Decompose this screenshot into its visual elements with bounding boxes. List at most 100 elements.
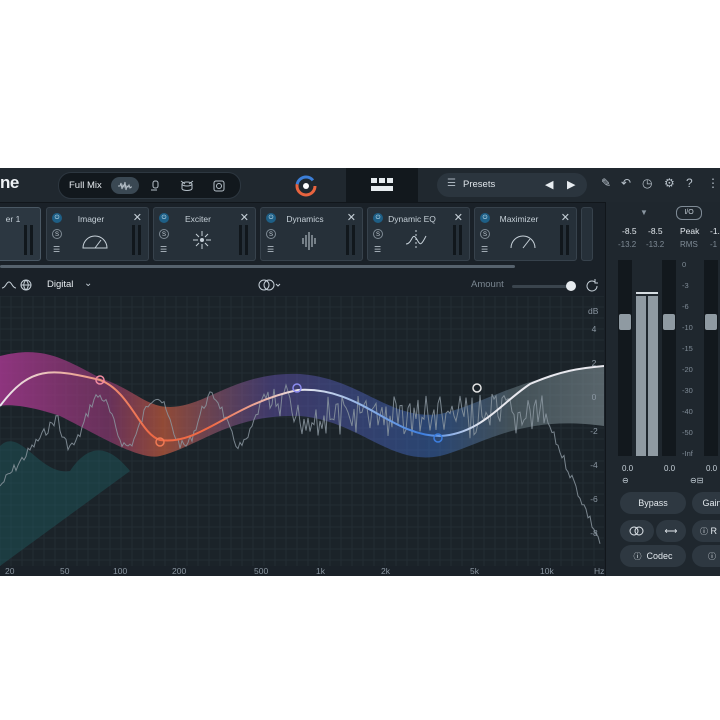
gain-match-button[interactable]: Gain	[692, 492, 720, 514]
close-icon[interactable]: ✕	[561, 211, 570, 224]
undo-icon[interactable]: ↶	[621, 176, 631, 190]
solo-icon[interactable]: S	[52, 229, 62, 239]
waveform-mode-button[interactable]	[111, 177, 139, 194]
module-eq[interactable]: er 1	[0, 207, 41, 261]
solo-icon[interactable]: S	[159, 229, 169, 239]
swap-channels-button[interactable]: ⟷	[656, 520, 686, 542]
drum-icon	[180, 180, 194, 191]
close-icon[interactable]: ✕	[347, 211, 356, 224]
frequency-tick-label: 100	[113, 566, 128, 576]
mode-selector: Full Mix	[58, 172, 241, 199]
db-tick-label: 0	[592, 392, 597, 402]
module-scrollbar[interactable]	[0, 265, 515, 268]
previous-preset-icon[interactable]: ◀	[545, 178, 553, 191]
input-fader-handle[interactable]	[663, 314, 675, 330]
io-toggle[interactable]: I/O	[676, 206, 702, 220]
module-fader[interactable]	[138, 225, 141, 255]
globe-icon[interactable]	[20, 279, 32, 291]
triangle-down-icon: ▼	[640, 208, 648, 217]
module-fader[interactable]	[566, 225, 569, 255]
frequency-tick-label: Hz	[594, 566, 605, 576]
menu-icon[interactable]: ☰	[481, 245, 488, 254]
reset-icon[interactable]	[585, 279, 599, 293]
eq-mode-dropdown[interactable]: Digital	[47, 279, 73, 290]
module-partial	[581, 207, 593, 261]
input-fader-handle[interactable]	[619, 314, 631, 330]
chevron-down-icon[interactable]: ⌄	[84, 278, 92, 289]
master-assistant-icon[interactable]	[294, 174, 318, 198]
module-fader[interactable]	[352, 225, 355, 255]
next-preset-icon[interactable]: ▶	[567, 178, 575, 191]
module-grid-button[interactable]	[346, 168, 418, 202]
codec-button[interactable]: ⓘ Codec	[620, 545, 686, 567]
amount-slider-handle[interactable]	[566, 281, 576, 291]
close-icon[interactable]: ✕	[454, 211, 463, 224]
amount-slider[interactable]	[512, 281, 576, 291]
solo-icon[interactable]: S	[373, 229, 383, 239]
gear-icon[interactable]: ⚙	[664, 176, 675, 190]
bypass-button[interactable]: Bypass	[620, 492, 686, 514]
stereo-link-icon[interactable]	[258, 279, 282, 291]
close-icon[interactable]: ✕	[240, 211, 249, 224]
module-fader[interactable]	[560, 225, 563, 255]
stereo-icon	[629, 526, 644, 536]
output-gain-value: 0.0	[706, 464, 718, 473]
curve-icon[interactable]	[2, 280, 16, 292]
help-icon[interactable]: ?	[686, 176, 693, 190]
module-dynamic-eq[interactable]: ⏻ Dynamic EQ ✕ S ☰	[367, 207, 470, 261]
eq-spectrum-display[interactable]: dB 4 2 0 -2 -4 -6 -8	[0, 296, 604, 566]
drums-mode-button[interactable]	[173, 177, 201, 194]
info-icon: ⓘ	[708, 552, 716, 561]
swap-icon: ⟷	[664, 526, 678, 536]
module-fader[interactable]	[30, 225, 33, 255]
more-icon[interactable]: ⋮	[707, 176, 719, 190]
full-mix-label[interactable]: Full Mix	[69, 180, 102, 191]
history-icon[interactable]: ◷	[642, 176, 652, 190]
module-dynamics[interactable]: ⏻ Dynamics ✕ S ☰	[260, 207, 363, 261]
menu-icon[interactable]: ☰	[160, 245, 167, 254]
ozone-app-window: ne Full Mix ☰ Presets ◀ ▶ ✎ ↶ ◷ ⚙ ? ⋮ er…	[0, 168, 720, 576]
link-output-icon[interactable]: ⊖⊟	[690, 476, 703, 485]
pencil-icon[interactable]: ✎	[601, 176, 611, 190]
instrument-mode-button[interactable]	[205, 177, 233, 194]
module-fader[interactable]	[245, 225, 248, 255]
module-fader[interactable]	[459, 225, 462, 255]
presets-selector[interactable]: ☰ Presets ◀ ▶	[437, 173, 587, 197]
vocal-mode-button[interactable]	[141, 177, 169, 194]
meter-scale-label: -3	[682, 281, 689, 290]
module-fader[interactable]	[132, 225, 135, 255]
right-peak-value: -8.5	[648, 226, 663, 236]
r-button[interactable]: ⓘ R	[692, 520, 720, 542]
imager-icon	[82, 235, 108, 249]
menu-icon[interactable]: ☰	[374, 245, 381, 254]
app-logo: ne	[0, 173, 19, 192]
menu-icon[interactable]: ☰	[53, 245, 60, 254]
module-fader[interactable]	[239, 225, 242, 255]
close-icon[interactable]: ✕	[133, 211, 142, 224]
meter-scale-label: -6	[682, 302, 689, 311]
module-exciter[interactable]: ⏻ Exciter ✕ S ☰	[153, 207, 256, 261]
module-imager[interactable]: ⏻ Imager ✕ S ☰	[46, 207, 149, 261]
module-fader[interactable]	[24, 225, 27, 255]
db-tick-label: 4	[592, 324, 597, 334]
peak-label: Peak	[680, 226, 700, 236]
module-fader[interactable]	[346, 225, 349, 255]
dither-button[interactable]: ⓘ	[692, 545, 720, 567]
meter-scale-label: -30	[682, 386, 693, 395]
solo-icon[interactable]: S	[266, 229, 276, 239]
list-icon: ☰	[447, 178, 456, 189]
input-gain-value: 0.0	[622, 464, 634, 473]
solo-icon[interactable]: S	[480, 229, 490, 239]
db-tick-label: -4	[590, 460, 598, 470]
meter-scale-label: -50	[682, 428, 693, 437]
frequency-tick-label: 200	[172, 566, 187, 576]
module-maximizer[interactable]: ⏻ Maximizer ✕ S ☰	[474, 207, 577, 261]
mono-button[interactable]	[620, 520, 654, 542]
menu-icon[interactable]: ☰	[267, 245, 274, 254]
frequency-tick-label: 20	[5, 566, 15, 576]
db-tick-label: -2	[590, 426, 598, 436]
module-fader[interactable]	[453, 225, 456, 255]
meter-scale-label: -10	[682, 323, 693, 332]
link-icon[interactable]: ⊖	[622, 476, 629, 485]
output-fader-handle[interactable]	[705, 314, 717, 330]
